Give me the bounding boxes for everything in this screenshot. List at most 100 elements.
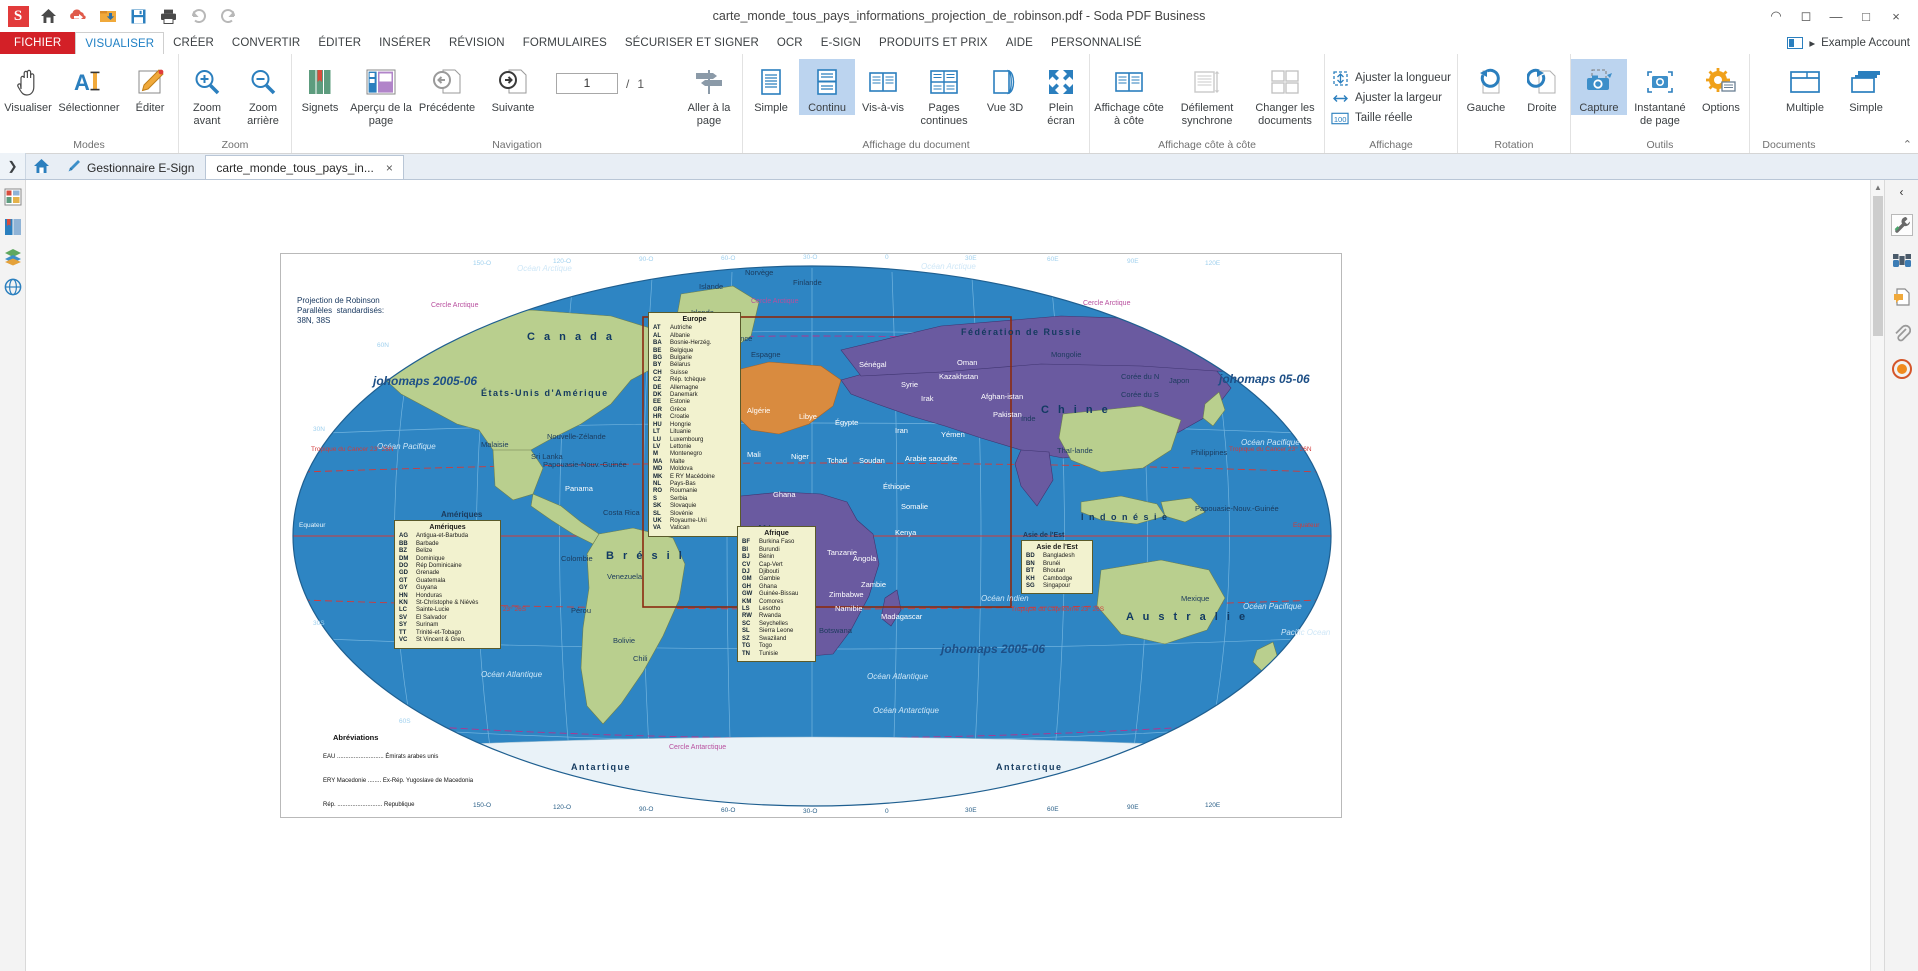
- undo-icon[interactable]: [186, 4, 210, 28]
- menu-tab-formulaires[interactable]: FORMULAIRES: [514, 32, 616, 54]
- menu-tab-fichier[interactable]: FICHIER: [0, 32, 76, 54]
- ribbon-button-editer[interactable]: Éditer: [122, 59, 178, 115]
- maximize-button[interactable]: □: [1858, 9, 1874, 24]
- home-icon[interactable]: [36, 4, 60, 28]
- legend-row: EE Estonie: [653, 399, 691, 406]
- thumbnails-icon[interactable]: [2, 186, 24, 208]
- tropic-label: Tropique du Capricorne 23° 26S: [1011, 606, 1105, 613]
- menu-tab-revision[interactable]: RÉVISION: [440, 32, 514, 54]
- ribbon-button-capture[interactable]: Capture: [1570, 59, 1627, 115]
- stamp-icon[interactable]: [1891, 358, 1913, 380]
- account-area[interactable]: ▸ Example Account: [1787, 32, 1910, 54]
- save-icon[interactable]: [126, 4, 150, 28]
- restore-icon[interactable]: ◻: [1798, 8, 1814, 24]
- country-label: Espagne: [751, 350, 781, 359]
- document-vertical-scrollbar[interactable]: ▲ ▼: [1870, 180, 1884, 971]
- country-label: Ghana: [773, 490, 796, 499]
- close-button[interactable]: ×: [1888, 9, 1904, 24]
- ribbon-button-simple-document[interactable]: Simple: [1838, 59, 1894, 115]
- ribbon-button-vis-a-vis[interactable]: Vis-à-vis: [855, 59, 911, 115]
- tab-label: Gestionnaire E-Sign: [87, 160, 195, 175]
- panel-expand-button[interactable]: ❯: [0, 153, 26, 179]
- ribbon-button-options[interactable]: Options: [1693, 59, 1749, 115]
- menu-tab-convertir[interactable]: CONVERTIR: [223, 32, 309, 54]
- rotate-right-icon: [1526, 62, 1557, 102]
- ribbon: Visualiser A Sélectionner Éditer Modes Z…: [0, 54, 1918, 154]
- tab-close-icon[interactable]: ×: [386, 161, 393, 175]
- ribbon-button-taille-reelle[interactable]: 100 Taille réelle: [1325, 108, 1419, 128]
- country-label: Japon: [1169, 376, 1190, 385]
- previous-page-icon: [432, 62, 462, 102]
- redo-icon[interactable]: [216, 4, 240, 28]
- save-cloud-icon[interactable]: [96, 4, 120, 28]
- ribbon-button-label: Signets: [301, 102, 339, 114]
- ribbon-button-ajuster-longueur[interactable]: Ajuster la longueur: [1325, 68, 1457, 88]
- document-view[interactable]: Projection de Robinson Parallèles standa…: [26, 180, 1884, 971]
- tab-gestionnaire-esign[interactable]: Gestionnaire E-Sign: [56, 155, 205, 179]
- menu-tab-ocr[interactable]: OCR: [768, 32, 812, 54]
- right-rail-collapse-icon[interactable]: ‹: [1891, 184, 1913, 200]
- ribbon-button-label: Aperçu de la page: [350, 102, 412, 127]
- pencil-edit-icon: [135, 62, 165, 102]
- ribbon-collapse-icon[interactable]: ⌃: [1903, 138, 1912, 151]
- ribbon-button-defilement-synchrone[interactable]: Défilement synchrone: [1168, 59, 1246, 127]
- ribbon-button-rotation-gauche[interactable]: Gauche: [1458, 59, 1514, 115]
- comments-icon[interactable]: [1891, 286, 1913, 308]
- projection-note: Projection de Robinson Parallèles standa…: [297, 296, 385, 325]
- tab-carte-monde-pdf[interactable]: carte_monde_tous_pays_in... ×: [205, 155, 404, 179]
- ribbon-button-ajuster-largeur[interactable]: Ajuster la largeur: [1325, 88, 1448, 108]
- pin-icon[interactable]: ◠: [1768, 8, 1784, 24]
- country-label: Pérou: [571, 606, 592, 615]
- country-label: Libye: [799, 412, 817, 421]
- page-number-input[interactable]: 1: [556, 73, 618, 94]
- menu-tab-esign[interactable]: E-SIGN: [812, 32, 870, 54]
- menu-tab-aide[interactable]: AIDE: [997, 32, 1042, 54]
- menu-tab-editer[interactable]: ÉDITER: [309, 32, 370, 54]
- bookmarks-panel-icon[interactable]: [2, 216, 24, 238]
- home-tab-icon[interactable]: [26, 153, 56, 179]
- ribbon-button-plein-ecran[interactable]: Plein écran: [1033, 59, 1089, 127]
- ribbon-button-continu[interactable]: Continu: [799, 59, 856, 115]
- menu-tab-visualiser[interactable]: VISUALISER: [75, 32, 165, 54]
- ribbon-button-suivante[interactable]: Suivante: [480, 59, 546, 115]
- account-caret-icon: ▸: [1809, 38, 1816, 50]
- ribbon-button-zoom-avant[interactable]: Zoom avant: [179, 59, 235, 127]
- window-title: carte_monde_tous_pays_informations_proje…: [712, 9, 1206, 23]
- ribbon-button-selectionner[interactable]: A Sélectionner: [56, 59, 122, 115]
- ribbon-button-rotation-droite[interactable]: Droite: [1514, 59, 1570, 115]
- legend-row: BG Bulgarie: [653, 355, 693, 362]
- ribbon-button-apercu-page[interactable]: Aperçu de la page: [348, 59, 414, 127]
- ribbon-group-cote-a-cote: Affichage côte à côte Défilement synchro…: [1089, 54, 1324, 153]
- soda-logo-icon[interactable]: S: [6, 4, 30, 28]
- layers-panel-icon[interactable]: [2, 246, 24, 268]
- ribbon-button-signets[interactable]: Signets: [292, 59, 348, 115]
- ribbon-button-affichage-cote-a-cote[interactable]: Affichage côte à côte: [1090, 59, 1168, 127]
- ribbon-button-changer-documents[interactable]: Changer les documents: [1246, 59, 1324, 127]
- web-links-icon[interactable]: [2, 276, 24, 298]
- ribbon-button-aller-a-la-page[interactable]: Aller à la page: [676, 59, 742, 127]
- menu-tab-securiser-signer[interactable]: SÉCURISER ET SIGNER: [616, 32, 768, 54]
- ribbon-button-label: Visualiser: [4, 102, 52, 114]
- attachments-paperclip-icon[interactable]: [1891, 322, 1913, 344]
- ribbon-button-pages-continues[interactable]: Pages continues: [911, 59, 977, 127]
- print-icon[interactable]: [156, 4, 180, 28]
- scroll-up-arrow[interactable]: ▲: [1871, 180, 1884, 194]
- ribbon-button-zoom-arriere[interactable]: Zoom arrière: [235, 59, 291, 127]
- menu-tab-inserer[interactable]: INSÉRER: [370, 32, 440, 54]
- sync-scroll-icon: [1192, 62, 1222, 102]
- minimize-button[interactable]: —: [1828, 9, 1844, 24]
- ribbon-button-precedente[interactable]: Précédente: [414, 59, 480, 115]
- scrollbar-thumb[interactable]: [1873, 196, 1883, 336]
- menu-tab-creer[interactable]: CRÉER: [164, 32, 223, 54]
- ribbon-button-visualiser[interactable]: Visualiser: [0, 59, 56, 115]
- search-binoculars-icon[interactable]: [1891, 250, 1913, 272]
- menu-tab-personnalise[interactable]: PERSONNALISÉ: [1042, 32, 1151, 54]
- tools-wrench-icon[interactable]: [1890, 214, 1913, 236]
- ribbon-button-simple-page[interactable]: Simple: [743, 59, 799, 115]
- open-cloud-icon[interactable]: [66, 4, 90, 28]
- ribbon-button-vue-3d[interactable]: Vue 3D: [977, 59, 1033, 115]
- menu-tab-produits-prix[interactable]: PRODUITS ET PRIX: [870, 32, 997, 54]
- ribbon-button-instantane-page[interactable]: Instantané de page: [1627, 59, 1693, 127]
- ribbon-button-multiple-documents[interactable]: Multiple: [1772, 59, 1838, 115]
- legend-row: BE Belgique: [653, 347, 694, 354]
